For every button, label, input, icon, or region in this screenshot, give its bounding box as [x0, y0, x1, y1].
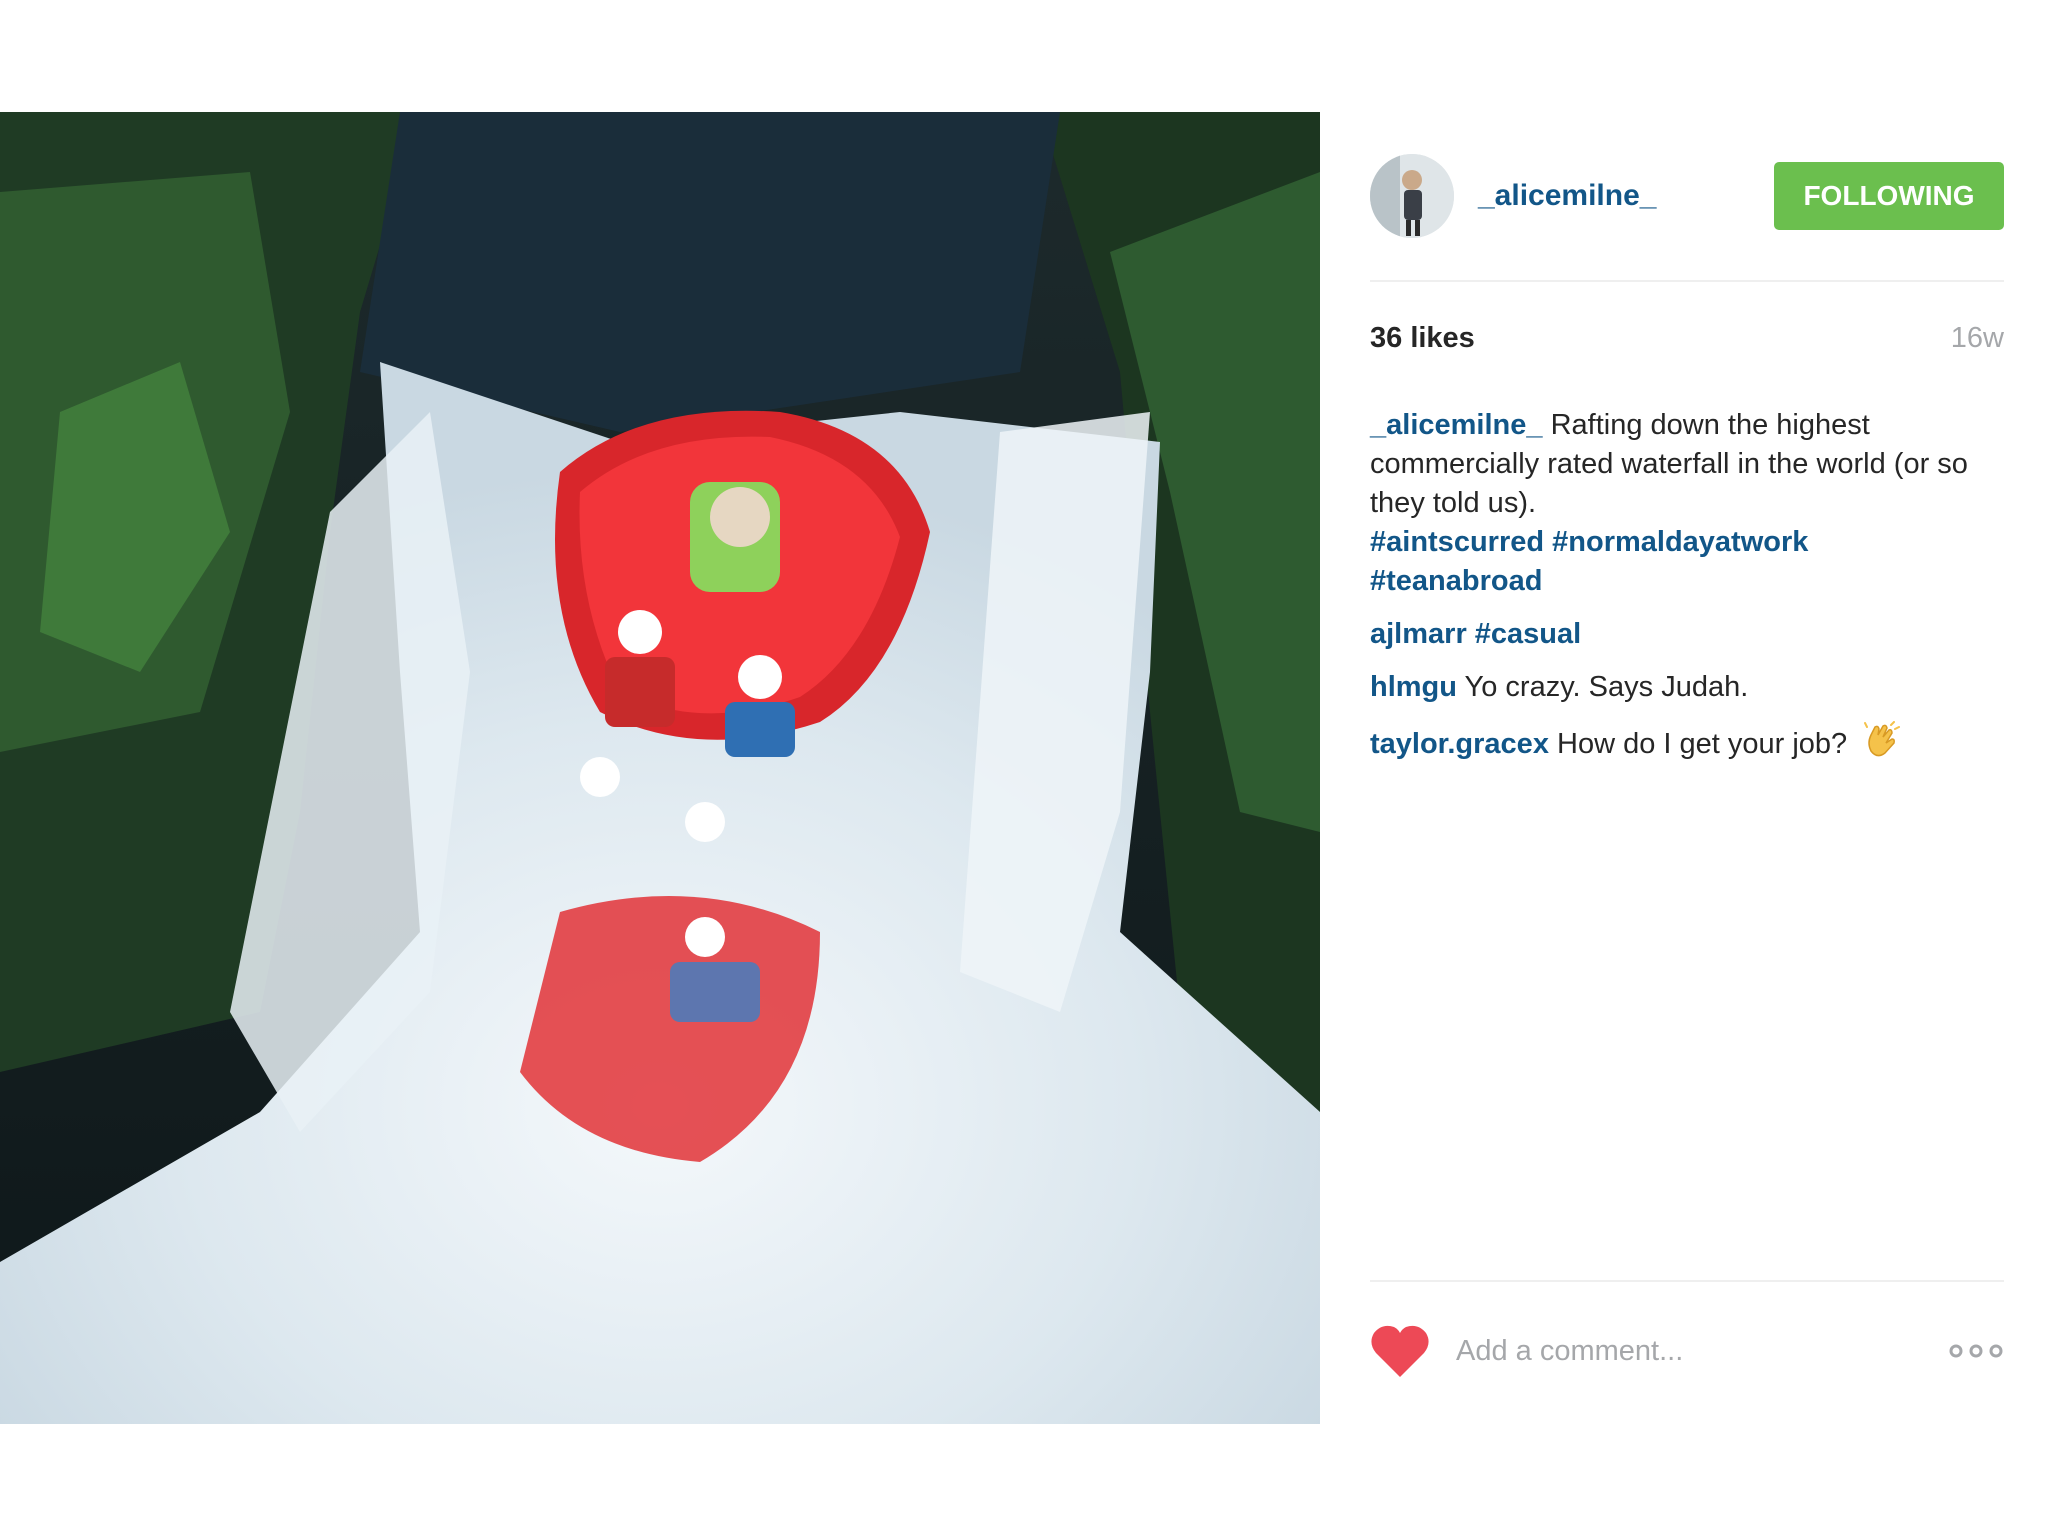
hashtag-link[interactable]: #normaldayatwork: [1552, 526, 1808, 558]
post-stats: 36 likes 16w: [1370, 322, 2004, 355]
comment-item: ajlmarr #casual: [1370, 615, 2010, 654]
caption-username-link[interactable]: _alicemilne_: [1370, 409, 1543, 441]
post-photo[interactable]: [0, 112, 1320, 1424]
caption: _alicemilne_ Rafting down the highest co…: [1370, 406, 2010, 601]
hashtag-link[interactable]: #aintscurred: [1370, 526, 1544, 558]
hashtag-link[interactable]: #teanabroad: [1370, 565, 1542, 597]
avatar-image: [1370, 154, 1454, 238]
heart-icon[interactable]: [1370, 1323, 1430, 1379]
likes-count[interactable]: 36 likes: [1370, 322, 1475, 355]
comment-text: How do I get your job?: [1557, 728, 1848, 760]
more-options-icon[interactable]: [1948, 1341, 2004, 1361]
comment-text: Yo crazy. Says Judah.: [1464, 671, 1749, 703]
comment-item: hlmgu Yo crazy. Says Judah.: [1370, 668, 2010, 707]
hashtag-link[interactable]: #casual: [1475, 618, 1581, 650]
post-header: _alicemilne_ FOLLOWING: [1370, 152, 2004, 240]
comment-username-link[interactable]: hlmgu: [1370, 671, 1457, 703]
author-username-link[interactable]: _alicemilne_: [1478, 179, 1656, 213]
post-time[interactable]: 16w: [1951, 322, 2004, 355]
add-comment-input[interactable]: [1454, 1333, 1948, 1369]
avatar[interactable]: [1370, 154, 1454, 238]
waterfall-rafting-image: [0, 112, 1320, 1424]
header-divider: [1370, 280, 2004, 282]
footer-divider: [1370, 1280, 2004, 1282]
comment-item: taylor.gracex How do I get your job?: [1370, 721, 2010, 764]
following-button[interactable]: FOLLOWING: [1774, 162, 2004, 230]
comment-username-link[interactable]: ajlmarr: [1370, 618, 1467, 650]
post-sidebar: _alicemilne_ FOLLOWING 36 likes 16w _ali…: [1320, 112, 2048, 1424]
comment-username-link[interactable]: taylor.gracex: [1370, 728, 1549, 760]
clapping-hands-icon: [1864, 721, 1901, 757]
comment-list: _alicemilne_ Rafting down the highest co…: [1370, 406, 2010, 778]
post-actions: [1370, 1316, 2004, 1386]
